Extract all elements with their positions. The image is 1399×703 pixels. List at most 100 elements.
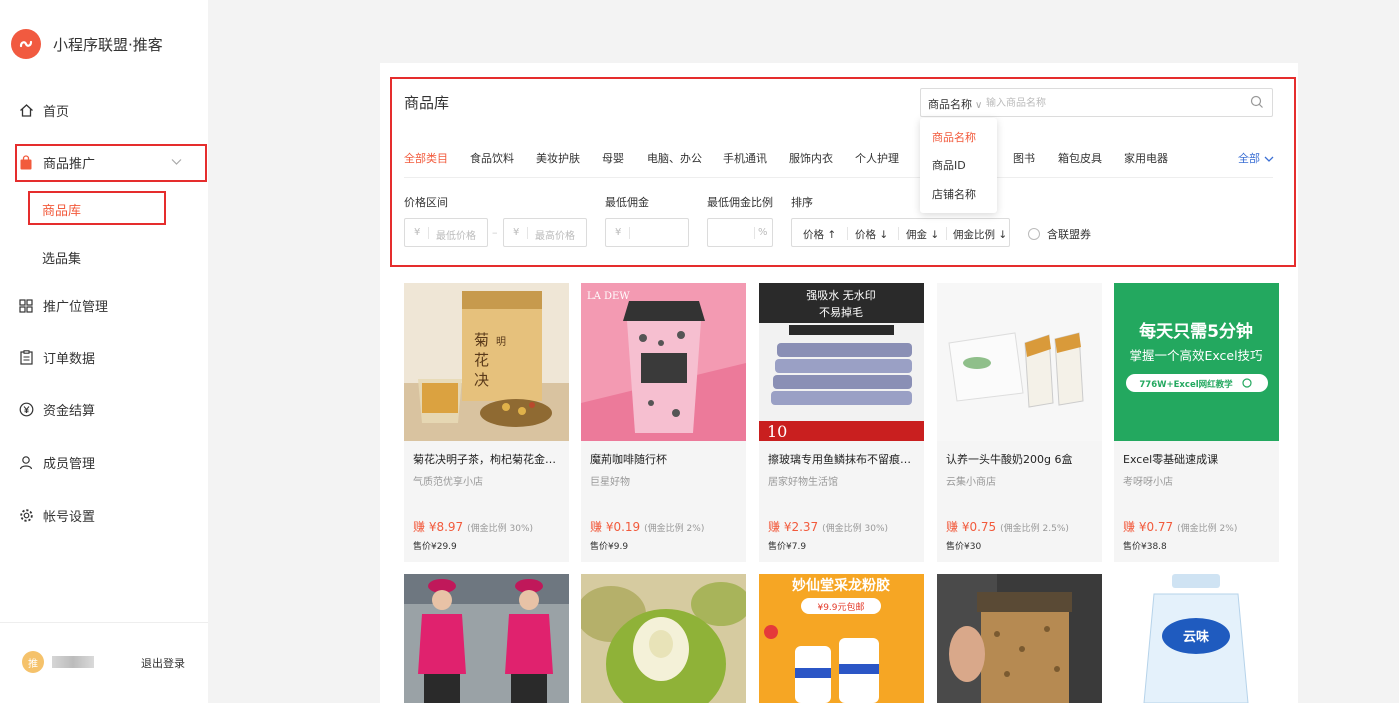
product-name[interactable]: Excel零基础速成课 (1123, 451, 1273, 467)
sidebar: 小程序联盟·推客 首页 商品推广 商品库 选品集 推广位管理 订单数据 资金结算… (0, 0, 208, 703)
sidebar-item-label: 资金结算 (43, 404, 96, 419)
product-card[interactable] (404, 574, 569, 703)
product-card[interactable]: 云味 (1114, 574, 1279, 703)
product-image-jar[interactable] (937, 574, 1102, 703)
search-type-select[interactable]: 商品名称 ∨ (928, 96, 982, 112)
sort-price-desc[interactable]: 价格 ↓ (855, 227, 888, 242)
category-personal-care[interactable]: 个人护理 (855, 150, 899, 166)
svg-text:决: 决 (474, 371, 489, 389)
product-earn: 赚 ¥0.19 (佣金比例 2%) (590, 520, 705, 534)
chevron-down-icon (1264, 156, 1273, 162)
product-image-yogurt[interactable] (937, 283, 1102, 441)
sidebar-item-settlement[interactable]: 资金结算 (18, 400, 95, 419)
category-books[interactable]: 图书 (1013, 150, 1035, 166)
product-image-supplement[interactable]: 妙仙堂采龙粉胶 ¥9.9元包邮 (759, 574, 924, 703)
clipboard-icon (18, 350, 34, 366)
category-phone[interactable]: 手机通讯 (723, 150, 767, 166)
product-price: 售价¥29.9 (413, 542, 457, 552)
dropdown-option-name[interactable]: 商品名称 (932, 129, 976, 145)
product-image-pear[interactable] (581, 574, 746, 703)
product-card[interactable]: 菊 花 决 明 菊花决明子茶，枸杞菊花金银... 气质范优享小店 赚 ¥8.97… (404, 283, 569, 562)
coupon-radio[interactable] (1028, 228, 1040, 240)
product-card[interactable]: LA DEW 魔荊咖啡随行杯 巨星好物 赚 ¥0.19 (佣金比例 2%) 售价¥… (581, 283, 746, 562)
svg-text:明: 明 (496, 336, 506, 348)
sort-price-asc[interactable]: 价格 ↑ (803, 227, 836, 242)
category-beauty[interactable]: 美妆护肤 (536, 150, 580, 166)
category-all[interactable]: 全部类目 (404, 150, 448, 166)
coupon-filter[interactable]: 含联盟券 (1028, 226, 1091, 242)
max-price-input[interactable]: ¥ 最高价格 (503, 218, 587, 247)
brand[interactable]: 小程序联盟·推客 (11, 29, 163, 59)
sidebar-item-account[interactable]: 帐号设置 (18, 506, 95, 525)
product-earn: 赚 ¥8.97 (佣金比例 30%) (413, 520, 534, 534)
product-shop: 气质范优享小店 (413, 477, 483, 488)
category-computer[interactable]: 电脑、办公 (647, 150, 702, 166)
product-price: 售价¥9.9 (590, 542, 629, 552)
highlight-promotion (15, 144, 207, 182)
product-card[interactable]: 认养一头牛酸奶200g 6盒 云集小商店 赚 ¥0.75 (佣金比例 2.5%) … (937, 283, 1102, 562)
sidebar-item-label: 帐号设置 (43, 510, 96, 525)
logout-link[interactable]: 退出登录 (141, 655, 185, 671)
product-image-cleaning-cloth[interactable]: 强吸水 无水印 不易掉毛 10 (759, 283, 924, 441)
min-price-input[interactable]: ¥ 最低价格 (404, 218, 488, 247)
svg-text:花: 花 (474, 351, 489, 369)
product-price: 售价¥7.9 (768, 542, 807, 552)
sidebar-item-slots[interactable]: 推广位管理 (18, 296, 108, 315)
product-card[interactable]: 妙仙堂采龙粉胶 ¥9.9元包邮 (759, 574, 924, 703)
product-image-chrysanthemum-tea[interactable]: 菊 花 决 明 (404, 283, 569, 441)
product-card[interactable] (937, 574, 1102, 703)
sidebar-item-orders[interactable]: 订单数据 (18, 348, 95, 367)
search-input[interactable] (986, 93, 1236, 113)
product-image-coffee-cup[interactable]: LA DEW (581, 283, 746, 441)
sidebar-item-members[interactable]: 成员管理 (18, 453, 95, 472)
svg-text:¥9.9元包邮: ¥9.9元包邮 (817, 601, 864, 613)
product-name[interactable]: 认养一头牛酸奶200g 6盒 (946, 451, 1096, 467)
username-blurred (52, 656, 94, 668)
category-food[interactable]: 食品饮料 (470, 150, 514, 166)
category-clothing[interactable]: 服饰内衣 (789, 150, 833, 166)
grid-icon (18, 298, 34, 314)
product-image-water-bottle[interactable]: 云味 (1114, 574, 1279, 703)
dropdown-option-id[interactable]: 商品ID (932, 157, 966, 173)
svg-text:强吸水 无水印: 强吸水 无水印 (806, 289, 876, 302)
category-appliances[interactable]: 家用电器 (1124, 150, 1168, 166)
search-icon[interactable] (1250, 95, 1264, 112)
home-icon (18, 103, 34, 119)
highlight-library (28, 191, 166, 225)
svg-text:云味: 云味 (1183, 629, 1209, 645)
svg-text:776W+Excel网红教学: 776W+Excel网红教学 (1139, 379, 1233, 390)
category-baby[interactable]: 母婴 (602, 150, 624, 166)
sort-group: 价格 ↑ 价格 ↓ 佣金 ↓ 佣金比例 ↓ (791, 218, 1010, 247)
product-card[interactable]: 强吸水 无水印 不易掉毛 10 擦玻璃专用鱼鳞抹布不留痕家... 居家好物生活馆… (759, 283, 924, 562)
coupon-label: 含联盟券 (1047, 228, 1091, 241)
svg-text:妙仙堂采龙粉胶: 妙仙堂采龙粉胶 (792, 577, 890, 594)
brand-title: 小程序联盟·推客 (53, 35, 163, 54)
product-card[interactable] (581, 574, 746, 703)
min-commission-input[interactable]: ¥ (605, 218, 689, 247)
product-image-uniform[interactable] (404, 574, 569, 703)
min-rate-input[interactable]: % (707, 218, 773, 247)
product-name[interactable]: 擦玻璃专用鱼鳞抹布不留痕家... (768, 451, 918, 467)
sidebar-item-label: 成员管理 (43, 457, 96, 472)
product-card[interactable]: 每天只需5分钟 掌握一个高效Excel技巧 776W+Excel网红教学 Exc… (1114, 283, 1279, 562)
svg-text:掌握一个高效Excel技巧: 掌握一个高效Excel技巧 (1129, 348, 1262, 363)
sidebar-item-label: 推广位管理 (43, 300, 109, 315)
product-name[interactable]: 魔荊咖啡随行杯 (590, 451, 740, 467)
dropdown-option-shop[interactable]: 店铺名称 (932, 186, 976, 202)
label-sort: 排序 (791, 196, 813, 209)
category-bags[interactable]: 箱包皮具 (1058, 150, 1102, 166)
sort-rate-desc[interactable]: 佣金比例 ↓ (953, 227, 1007, 242)
gear-icon (18, 508, 34, 524)
svg-text:菊: 菊 (474, 331, 489, 349)
product-name[interactable]: 菊花决明子茶，枸杞菊花金银... (413, 451, 563, 467)
sidebar-item-selection[interactable]: 选品集 (42, 248, 81, 267)
label-price-range: 价格区间 (404, 196, 448, 209)
product-earn: 赚 ¥0.77 (佣金比例 2%) (1123, 520, 1238, 534)
sort-commission-desc[interactable]: 佣金 ↓ (906, 227, 939, 242)
category-expand[interactable]: 全部 (1238, 150, 1274, 166)
product-image-excel-course[interactable]: 每天只需5分钟 掌握一个高效Excel技巧 776W+Excel网红教学 (1114, 283, 1279, 441)
search-type-dropdown: 商品名称 商品ID 店铺名称 (920, 118, 997, 213)
avatar[interactable]: 推 (22, 651, 44, 673)
product-shop: 巨星好物 (590, 477, 630, 488)
sidebar-item-home[interactable]: 首页 (18, 101, 69, 120)
